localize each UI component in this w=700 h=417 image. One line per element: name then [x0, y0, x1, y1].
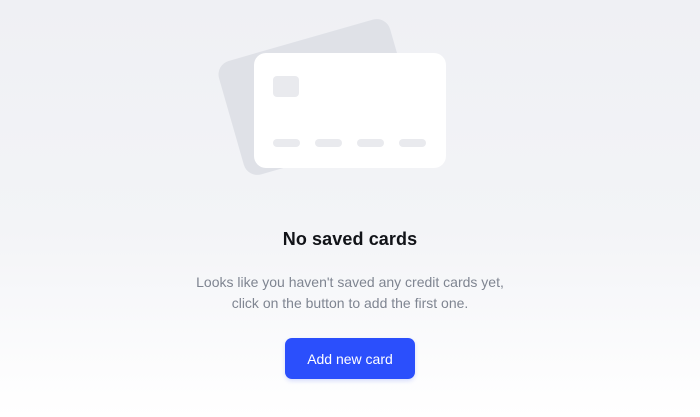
credit-card-illustration	[0, 0, 700, 180]
card-number-segment-2	[315, 139, 342, 147]
add-new-card-button[interactable]: Add new card	[285, 338, 415, 379]
empty-state-description-line-2: click on the button to add the first one…	[231, 295, 469, 311]
empty-state-description-line-1: Looks like you haven't saved any credit …	[196, 274, 504, 290]
card-number-segment-4	[399, 139, 426, 147]
front-card-shape	[254, 53, 446, 168]
empty-state-description: Looks like you haven't saved any credit …	[0, 272, 700, 314]
credit-card-stack-icon	[218, 19, 446, 175]
empty-state-title: No saved cards	[282, 229, 418, 249]
empty-cards-screen: No saved cards Looks like you haven't sa…	[0, 0, 700, 417]
card-chip-shape	[273, 76, 299, 97]
card-number-segment-3	[357, 139, 384, 147]
card-number-segment-1	[273, 139, 300, 147]
